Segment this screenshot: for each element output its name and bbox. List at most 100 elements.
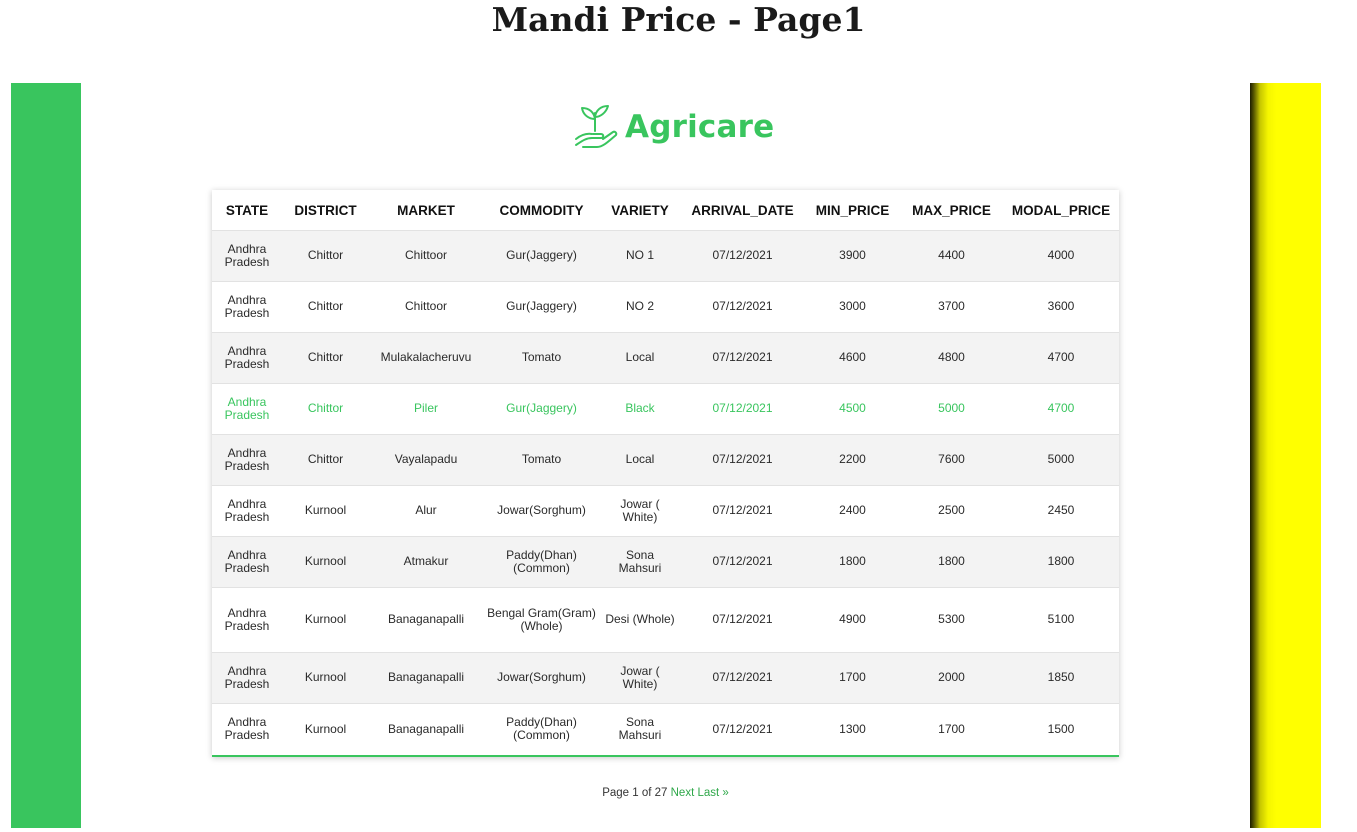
cell-arrival-date: 07/12/2021 <box>680 383 805 435</box>
next-page-link[interactable]: Next <box>671 787 695 799</box>
cell-market: Mulakalacheruvu <box>369 332 483 384</box>
cell-max-price: 2500 <box>900 485 1003 537</box>
table-row[interactable]: Andhra Pradesh Kurnool Banaganapalli Bengal… <box>212 587 1119 653</box>
cell-district: Kurnool <box>282 652 369 704</box>
cell-commodity: Gur(Jaggery) <box>483 230 600 282</box>
cell-commodity: Gur(Jaggery) <box>483 383 600 435</box>
cell-min-price: 3900 <box>805 230 900 282</box>
cell-district: Chittor <box>282 281 369 333</box>
column-header-modal-price[interactable]: MODAL_PRICE <box>1003 190 1119 231</box>
cell-max-price: 2000 <box>900 652 1003 704</box>
cell-commodity: Tomato <box>483 434 600 486</box>
cell-market: Banaganapalli <box>369 703 483 755</box>
cell-district: Kurnool <box>282 587 369 653</box>
cell-district: Chittor <box>282 332 369 384</box>
cell-district: Kurnool <box>282 536 369 588</box>
cell-commodity: Jowar(Sorghum) <box>483 652 600 704</box>
cell-max-price: 4800 <box>900 332 1003 384</box>
cell-commodity: Gur(Jaggery) <box>483 281 600 333</box>
table-row[interactable]: Andhra Pradesh Chittor Piler Gur(Jaggery) Bl… <box>212 383 1119 435</box>
table-row[interactable]: Andhra Pradesh Kurnool Atmakur Paddy(Dhan)(… <box>212 536 1119 588</box>
column-header-arrival-date[interactable]: ARRIVAL_DATE <box>680 190 805 231</box>
cell-variety: NO 2 <box>600 281 680 333</box>
cell-variety: Sona Mahsuri <box>600 536 680 588</box>
cell-modal-price: 5100 <box>1003 587 1119 653</box>
table-row[interactable]: Andhra Pradesh Chittor Chittoor Gur(Jaggery… <box>212 230 1119 282</box>
cell-arrival-date: 07/12/2021 <box>680 485 805 537</box>
cell-variety: NO 1 <box>600 230 680 282</box>
cell-commodity: Paddy(Dhan)(Common) <box>483 703 600 755</box>
cell-state: Andhra Pradesh <box>212 281 282 333</box>
table-row[interactable]: Andhra Pradesh Chittor Vayalapadu Tomato Loc… <box>212 434 1119 486</box>
left-side-bar <box>11 83 81 828</box>
cell-district: Chittor <box>282 230 369 282</box>
cell-market: Vayalapadu <box>369 434 483 486</box>
cell-modal-price: 4700 <box>1003 332 1119 384</box>
column-header-district[interactable]: DISTRICT <box>282 190 369 231</box>
cell-modal-price: 1500 <box>1003 703 1119 755</box>
cell-market: Chittoor <box>369 230 483 282</box>
cell-min-price: 3000 <box>805 281 900 333</box>
mandi-price-table-card: STATE DISTRICT MARKET COMMODITY VARIETY … <box>212 190 1119 757</box>
table-header-row: STATE DISTRICT MARKET COMMODITY VARIETY … <box>212 190 1119 231</box>
cell-max-price: 3700 <box>900 281 1003 333</box>
last-page-link[interactable]: Last » <box>697 787 728 799</box>
cell-district: Kurnool <box>282 703 369 755</box>
table-row[interactable]: Andhra Pradesh Chittor Chittoor Gur(Jaggery… <box>212 281 1119 333</box>
mandi-price-table: STATE DISTRICT MARKET COMMODITY VARIETY … <box>212 190 1119 755</box>
cell-state: Andhra Pradesh <box>212 703 282 755</box>
cell-market: Banaganapalli <box>369 587 483 653</box>
cell-variety: Black <box>600 383 680 435</box>
cell-min-price: 4900 <box>805 587 900 653</box>
column-header-state[interactable]: STATE <box>212 190 282 231</box>
cell-variety: Jowar ( White) <box>600 485 680 537</box>
cell-variety: Sona Mahsuri <box>600 703 680 755</box>
pagination-status: Page 1 of 27 <box>602 787 668 799</box>
column-header-variety[interactable]: VARIETY <box>600 190 680 231</box>
column-header-commodity[interactable]: COMMODITY <box>483 190 600 231</box>
table-row[interactable]: Andhra Pradesh Chittor Mulakalacheruvu Toma… <box>212 332 1119 384</box>
pagination: Page 1 of 27 Next Last » <box>212 787 1119 799</box>
cell-min-price: 1700 <box>805 652 900 704</box>
cell-variety: Local <box>600 332 680 384</box>
cell-arrival-date: 07/12/2021 <box>680 230 805 282</box>
cell-max-price: 1800 <box>900 536 1003 588</box>
cell-modal-price: 4000 <box>1003 230 1119 282</box>
table-row[interactable]: Andhra Pradesh Kurnool Banaganapalli Paddy(… <box>212 703 1119 755</box>
cell-state: Andhra Pradesh <box>212 587 282 653</box>
cell-commodity: Paddy(Dhan)(Common) <box>483 536 600 588</box>
cell-arrival-date: 07/12/2021 <box>680 332 805 384</box>
column-header-min-price[interactable]: MIN_PRICE <box>805 190 900 231</box>
cell-min-price: 2200 <box>805 434 900 486</box>
cell-arrival-date: 07/12/2021 <box>680 652 805 704</box>
cell-state: Andhra Pradesh <box>212 536 282 588</box>
cell-min-price: 4500 <box>805 383 900 435</box>
cell-district: Kurnool <box>282 485 369 537</box>
cell-modal-price: 1800 <box>1003 536 1119 588</box>
table-row[interactable]: Andhra Pradesh Kurnool Alur Jowar(Sorghum) J… <box>212 485 1119 537</box>
cell-arrival-date: 07/12/2021 <box>680 536 805 588</box>
cell-modal-price: 1850 <box>1003 652 1119 704</box>
cell-arrival-date: 07/12/2021 <box>680 703 805 755</box>
brand-name: Agricare <box>625 109 775 145</box>
cell-state: Andhra Pradesh <box>212 230 282 282</box>
cell-modal-price: 2450 <box>1003 485 1119 537</box>
column-header-max-price[interactable]: MAX_PRICE <box>900 190 1003 231</box>
cell-min-price: 4600 <box>805 332 900 384</box>
cell-max-price: 7600 <box>900 434 1003 486</box>
cell-variety: Jowar ( White) <box>600 652 680 704</box>
cell-arrival-date: 07/12/2021 <box>680 434 805 486</box>
cell-district: Chittor <box>282 383 369 435</box>
cell-max-price: 5300 <box>900 587 1003 653</box>
cell-variety: Desi (Whole) <box>600 587 680 653</box>
cell-state: Andhra Pradesh <box>212 383 282 435</box>
column-header-market[interactable]: MARKET <box>369 190 483 231</box>
brand-logo[interactable]: Agricare <box>573 103 774 151</box>
table-row[interactable]: Andhra Pradesh Kurnool Banaganapalli Jowar(… <box>212 652 1119 704</box>
cell-min-price: 2400 <box>805 485 900 537</box>
cell-market: Piler <box>369 383 483 435</box>
page-frame: Agricare STATE DISTRICT MARKET COMMODITY… <box>11 83 1321 828</box>
cell-commodity: Tomato <box>483 332 600 384</box>
cell-state: Andhra Pradesh <box>212 485 282 537</box>
cell-max-price: 5000 <box>900 383 1003 435</box>
